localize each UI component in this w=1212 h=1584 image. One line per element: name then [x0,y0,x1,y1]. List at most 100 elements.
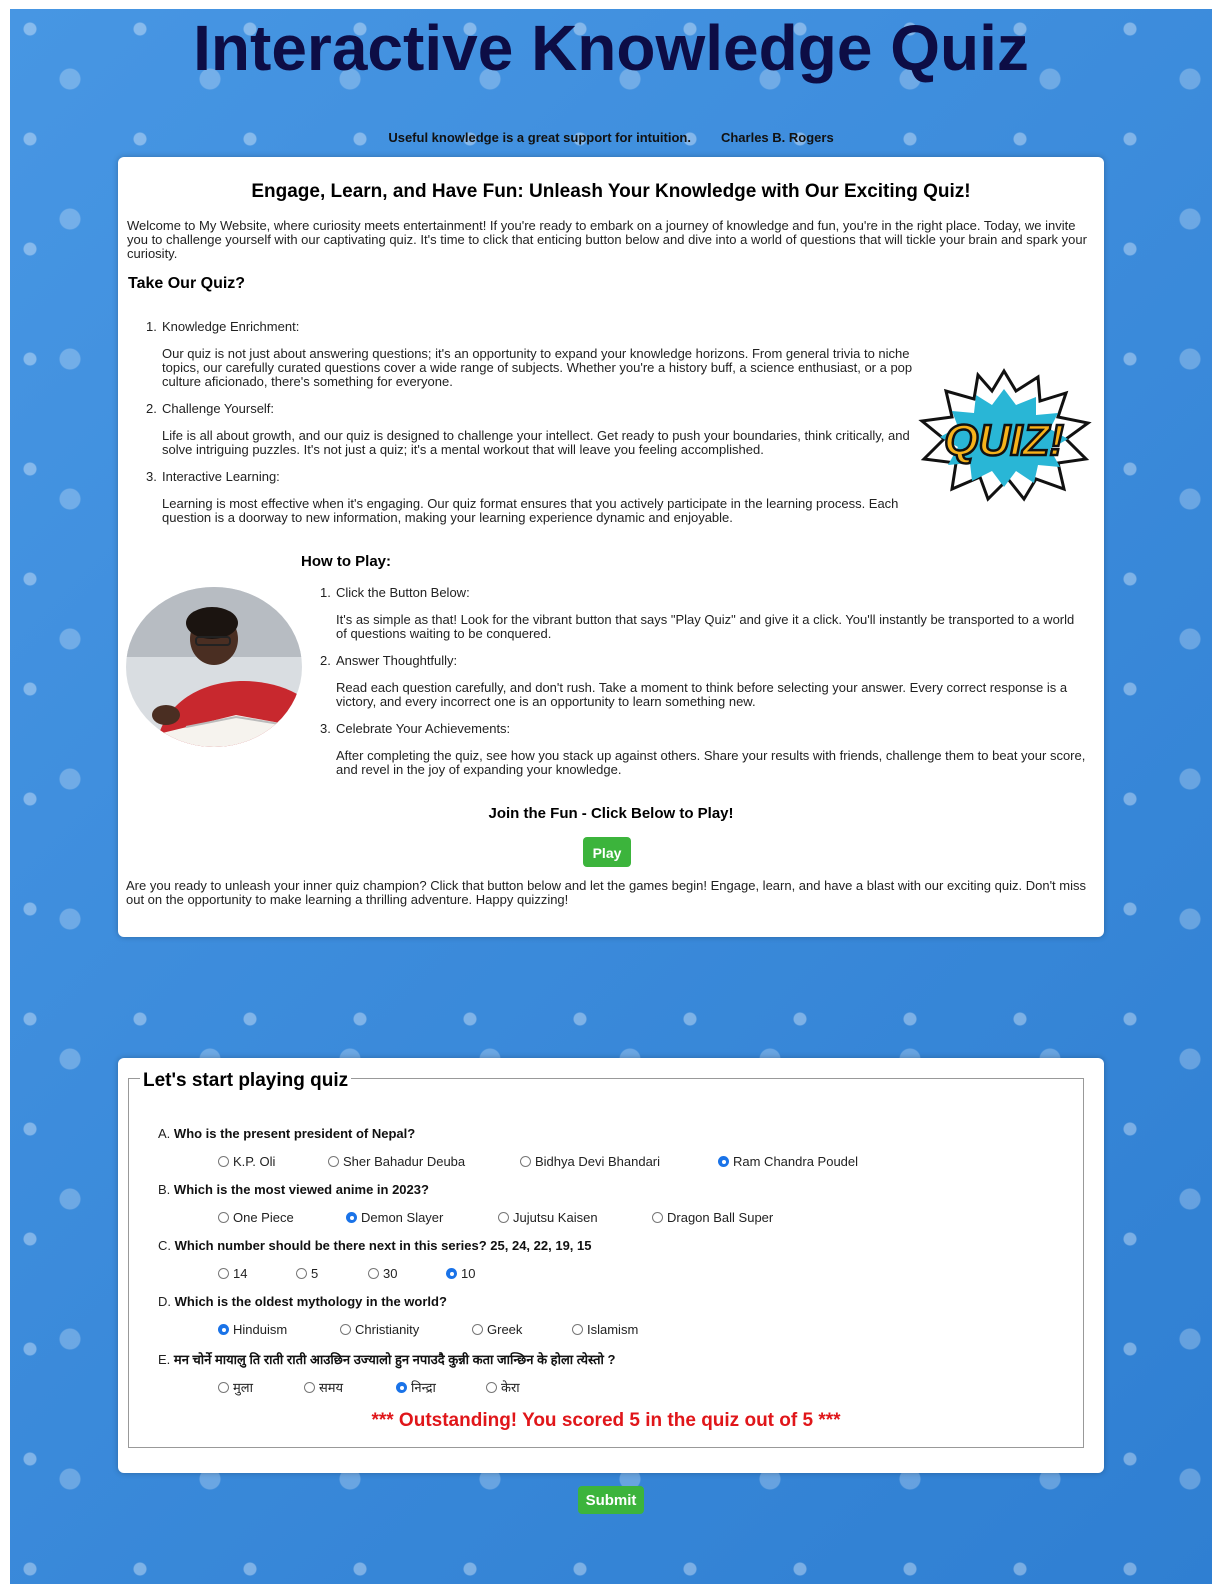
option-label: Christianity [355,1322,420,1337]
answer-option[interactable]: Greek [472,1322,522,1337]
quote-line: Useful knowledge is a great support for … [10,130,1212,145]
list-item-number: 2. [320,653,331,668]
list-item: 1. Click the Button Below: It's as simpl… [320,585,1086,641]
radio-button[interactable] [218,1324,229,1335]
answer-option[interactable]: 30 [368,1266,397,1281]
radio-button[interactable] [396,1382,407,1393]
answer-option[interactable]: मुला [218,1378,253,1396]
answer-option[interactable]: One Piece [218,1210,294,1225]
option-label: Hinduism [233,1322,288,1337]
question-letter: E. [158,1352,171,1367]
answer-option[interactable]: केरा [486,1378,520,1396]
radio-button[interactable] [304,1382,315,1393]
page-top-border [0,0,1212,9]
list-item: 3. Celebrate Your Achievements: After co… [320,721,1086,777]
list-item-number: 1. [320,585,331,600]
list-item-text: After completing the quiz, see how you s… [336,748,1086,777]
radio-button[interactable] [346,1212,357,1223]
quiz-logo-text: QUIZ! [944,416,1064,465]
question-text: मन चोर्ने मायालु ति राती राती आउछिन उज्य… [173,1352,616,1367]
radio-button[interactable] [498,1212,509,1223]
radio-button[interactable] [652,1212,663,1223]
list-item-text: It's as simple as that! Look for the vib… [336,612,1075,641]
question-text: Which is the oldest mythology in the wor… [174,1294,447,1309]
list-item: 1. Knowledge Enrichment: Our quiz is not… [146,319,922,389]
option-label: 10 [461,1266,476,1281]
quote-author: Charles B. Rogers [720,130,834,145]
quiz-legend: Let's start playing quiz [140,1070,352,1092]
question-text: Which number should be there next in thi… [174,1238,592,1253]
radio-button[interactable] [472,1324,483,1335]
option-label: निन्द्रा [411,1380,436,1395]
option-label: K.P. Oli [233,1154,276,1169]
quote-text: Useful knowledge is a great support for … [388,130,691,145]
list-item-label: Interactive Learning: [162,469,280,484]
option-label: Bidhya Devi Bhandari [535,1154,661,1169]
question-letter: B. [158,1182,171,1197]
result-message: *** Outstanding! You scored 5 in the qui… [371,1410,841,1431]
answer-option[interactable]: 10 [446,1266,475,1281]
answer-option[interactable]: Sher Bahadur Deuba [328,1154,465,1169]
radio-button[interactable] [218,1156,229,1167]
intro-card: Engage, Learn, and Have Fun: Unleash You… [118,157,1104,937]
join-heading: Join the Fun - Click Below to Play! [488,805,734,822]
list-item-label: Celebrate Your Achievements: [336,721,511,736]
radio-button[interactable] [718,1156,729,1167]
list-item-label: Knowledge Enrichment: [162,319,300,334]
outro-paragraph: Are you ready to unleash your inner quiz… [126,878,1086,907]
answer-option[interactable]: Hinduism [218,1322,287,1337]
list-item-number: 1. [146,319,157,334]
answer-option[interactable]: 5 [296,1266,318,1281]
list-item-label: Answer Thoughtfully: [336,653,458,668]
answer-option[interactable]: समय [304,1378,343,1396]
quiz-card: Let's start playing quiz A. Who is the p… [118,1058,1104,1473]
radio-button[interactable] [328,1156,339,1167]
option-label: 5 [311,1266,319,1281]
answer-option[interactable]: K.P. Oli [218,1154,275,1169]
answer-option[interactable]: निन्द्रा [396,1378,436,1396]
radio-button[interactable] [368,1268,379,1279]
list-item-number: 3. [320,721,331,736]
question-text: Which is the most viewed anime in 2023? [173,1182,429,1197]
question-b: B. Which is the most viewed anime in 202… [158,1182,429,1197]
option-label: Islamism [587,1322,639,1337]
option-label: Demon Slayer [361,1210,444,1225]
take-quiz-list: 1. Knowledge Enrichment: Our quiz is not… [146,319,922,538]
question-letter: C. [158,1238,171,1253]
answer-option[interactable]: 14 [218,1266,247,1281]
option-label: Dragon Ball Super [667,1210,774,1225]
radio-button[interactable] [218,1268,229,1279]
radio-button[interactable] [296,1268,307,1279]
question-a: A. Who is the present president of Nepal… [158,1126,415,1141]
option-label: One Piece [233,1210,294,1225]
list-item-label: Challenge Yourself: [162,401,275,416]
radio-button[interactable] [218,1382,229,1393]
radio-button[interactable] [572,1324,583,1335]
take-quiz-heading: Take Our Quiz? [128,275,246,292]
list-item-text: Our quiz is not just about answering que… [162,346,913,389]
option-label: समय [319,1380,344,1395]
radio-button[interactable] [218,1212,229,1223]
list-item-number: 3. [146,469,157,484]
how-to-play-list: 1. Click the Button Below: It's as simpl… [320,585,1086,790]
option-label: 14 [233,1266,248,1281]
answer-option[interactable]: Bidhya Devi Bhandari [520,1154,660,1169]
radio-button[interactable] [486,1382,497,1393]
submit-button[interactable]: Submit [578,1486,644,1514]
radio-button[interactable] [446,1268,457,1279]
page-left-border [0,0,10,1584]
answer-option[interactable]: Demon Slayer [346,1210,443,1225]
answer-option[interactable]: Christianity [340,1322,419,1337]
answer-option[interactable]: Ram Chandra Poudel [718,1154,858,1169]
answer-option[interactable]: Islamism [572,1322,638,1337]
answer-option[interactable]: Jujutsu Kaisen [498,1210,598,1225]
question-e: E. मन चोर्ने मायालु ति राती राती आउछिन उ… [158,1350,615,1368]
list-item-label: Click the Button Below: [336,585,470,600]
intro-heading: Engage, Learn, and Have Fun: Unleash You… [251,181,971,202]
intro-paragraph: Welcome to My Website, where curiosity m… [127,218,1087,261]
radio-button[interactable] [520,1156,531,1167]
answer-option[interactable]: Dragon Ball Super [652,1210,773,1225]
option-label: Sher Bahadur Deuba [343,1154,466,1169]
play-button[interactable]: Play [583,837,631,867]
radio-button[interactable] [340,1324,351,1335]
